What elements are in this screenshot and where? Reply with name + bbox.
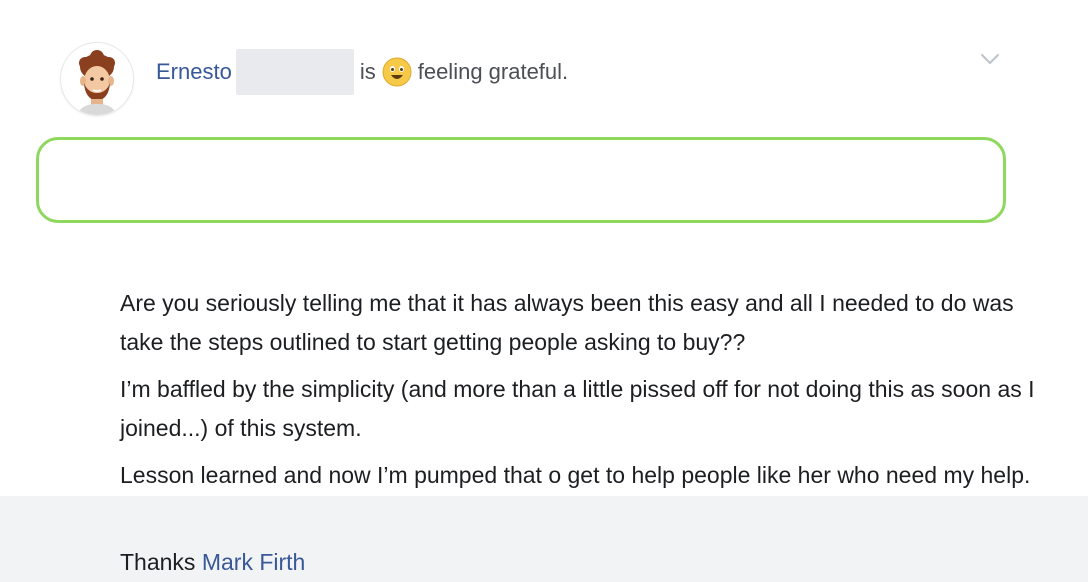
post-paragraph: Lesson learned and now I’m pumped that o… [120, 462, 1031, 488]
feeling-verb: is [359, 59, 376, 84]
avatar[interactable] [60, 42, 134, 116]
post-paragraph: Are you seriously telling me that it has… [120, 290, 1014, 355]
post-card: Ernesto is feeling grateful. Are you ser… [0, 0, 1088, 575]
redacted-name-block [235, 49, 354, 95]
mention-link[interactable]: Mark Firth [202, 549, 306, 575]
grateful-face-emoji-icon [382, 57, 412, 87]
author-name[interactable]: Ernesto [156, 59, 232, 85]
closing-prefix: Thanks [120, 549, 196, 575]
post-closing: Thanks Mark Firth [120, 543, 1080, 582]
highlight-outline [36, 137, 1006, 223]
post-paragraph: I’m baffled by the simplicity (and more … [120, 376, 1035, 441]
chevron-down-icon[interactable] [978, 50, 1002, 68]
post-header: Ernesto is feeling grateful. [156, 49, 569, 95]
feeling-text: feeling grateful. [417, 59, 569, 84]
